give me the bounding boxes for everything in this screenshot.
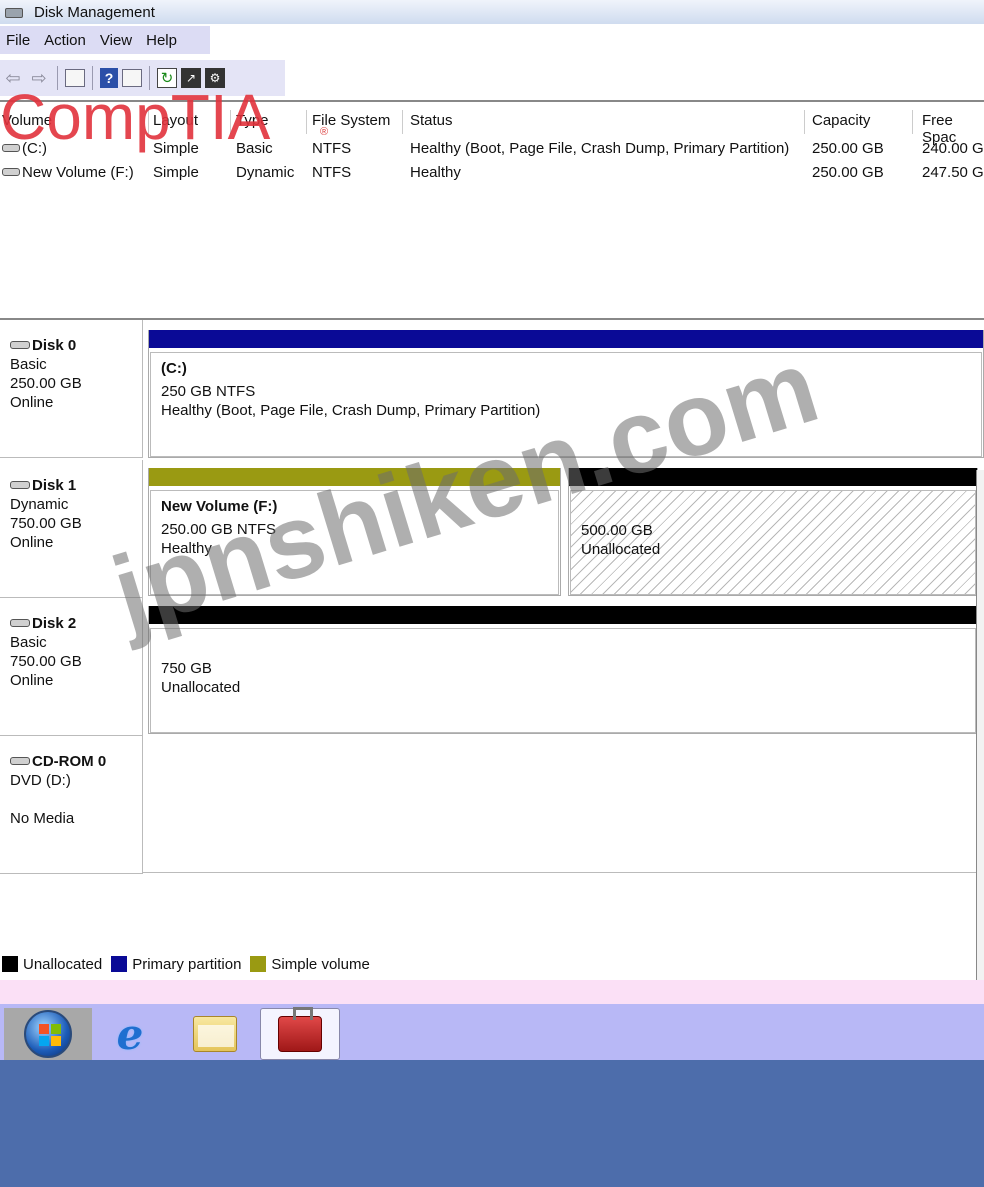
menu-action[interactable]: Action	[37, 32, 93, 49]
registered-mark: ®	[320, 126, 329, 138]
internet-explorer-icon: e	[116, 1009, 144, 1059]
start-button[interactable]	[4, 1008, 92, 1060]
partition-status: Unallocated	[161, 679, 241, 696]
partition-title: New Volume (F:)	[161, 498, 278, 515]
partition-title: (C:)	[161, 360, 187, 377]
disk-type: Basic	[10, 634, 47, 651]
disk-type: DVD (D:)	[10, 772, 71, 789]
legend-item-unallocated: Unallocated	[0, 956, 102, 973]
title-bar: Disk Management	[0, 0, 984, 24]
cdrom-icon	[10, 757, 30, 765]
disk-state: Online	[10, 534, 54, 551]
partition-status: Healthy	[161, 540, 212, 557]
partition-size: 500.00 GB	[581, 522, 653, 539]
disk-volume-icon	[2, 168, 20, 176]
status-bar	[0, 980, 984, 1004]
menu-help[interactable]: Help	[139, 32, 184, 49]
disk-type: Dynamic	[10, 496, 69, 513]
disk-size: 750.00 GB	[10, 653, 82, 670]
partition-body: 500.00 GB Unallocated	[570, 490, 976, 595]
disk-state: Online	[10, 672, 54, 689]
status-cell: Healthy	[410, 164, 461, 181]
disk-management-icon	[4, 4, 23, 20]
partition-status: Healthy (Boot, Page File, Crash Dump, Pr…	[161, 402, 541, 419]
col-status[interactable]: Status	[410, 112, 453, 129]
disk-type: Basic	[10, 356, 47, 373]
col-capacity[interactable]: Capacity	[812, 112, 870, 129]
disk-2-label[interactable]: Disk 2 Basic 750.00 GB Online	[0, 598, 143, 736]
column-divider[interactable]	[402, 110, 403, 134]
partition-size: 250 GB NTFS	[161, 383, 256, 400]
legend-swatch	[2, 956, 18, 972]
disk-name: Disk 1	[10, 476, 142, 495]
legend-swatch	[111, 956, 128, 972]
divider	[143, 872, 984, 873]
unallocated-bar	[569, 468, 977, 486]
taskbar-computer-management[interactable]	[260, 1007, 340, 1060]
disk-state: Online	[10, 394, 54, 411]
legend-item-primary: Primary partition	[109, 956, 241, 973]
disk-icon	[10, 341, 30, 349]
partition-unallocated-disk2[interactable]: 750 GB Unallocated	[148, 606, 978, 734]
disk-graphical-view: Disk 0 Basic 250.00 GB Online (C:) 250 G…	[0, 318, 984, 978]
disk-1-label[interactable]: Disk 1 Dynamic 750.00 GB Online	[0, 460, 143, 598]
menu-view[interactable]: View	[93, 32, 139, 49]
computer-management-icon	[278, 1007, 322, 1052]
partition-c[interactable]: (C:) 250 GB NTFS Healthy (Boot, Page Fil…	[148, 330, 984, 458]
window-title: Disk Management	[34, 3, 155, 21]
taskbar-internet-explorer[interactable]: e	[90, 1008, 170, 1060]
partition-body: (C:) 250 GB NTFS Healthy (Boot, Page Fil…	[150, 352, 982, 457]
volume-cell: New Volume (F:)	[2, 164, 134, 181]
partition-body: New Volume (F:) 250.00 GB NTFS Healthy	[150, 490, 559, 595]
column-divider[interactable]	[804, 110, 805, 134]
primary-partition-bar	[149, 330, 983, 348]
partition-new-volume-f[interactable]: New Volume (F:) 250.00 GB NTFS Healthy	[148, 468, 561, 596]
fs-cell: NTFS	[312, 140, 352, 157]
disk-name: CD-ROM 0	[10, 752, 142, 771]
menu-file[interactable]: File	[0, 32, 37, 49]
capacity-cell: 250.00 GB	[812, 164, 884, 181]
taskbar-explorer[interactable]	[175, 1008, 255, 1060]
unallocated-bar	[149, 606, 977, 624]
partition-unallocated-disk1[interactable]: 500.00 GB Unallocated	[568, 468, 978, 596]
capacity-cell: 250.00 GB	[812, 140, 884, 157]
partition-status: Unallocated	[581, 541, 661, 558]
column-divider[interactable]	[912, 110, 913, 134]
disk-name: Disk 0	[10, 336, 142, 355]
free-space-cell: 240.00 G	[922, 140, 984, 157]
scrollbar[interactable]	[976, 470, 984, 1015]
disk-size: 750.00 GB	[10, 515, 82, 532]
comptia-logo: CompTIA	[0, 81, 271, 153]
disk-name: Disk 2	[10, 614, 142, 633]
legend-swatch	[250, 956, 267, 972]
taskbar: e	[0, 1004, 984, 1060]
menu-bar: File Action View Help	[0, 26, 210, 54]
layout-cell: Simple	[153, 164, 199, 181]
volume-row[interactable]: New Volume (F:) Simple Dynamic NTFS Heal…	[0, 164, 984, 186]
disk-icon	[10, 481, 30, 489]
type-cell: Dynamic	[236, 164, 295, 181]
disk-0-label[interactable]: Disk 0 Basic 250.00 GB Online	[0, 320, 143, 458]
cdrom-0-label[interactable]: CD-ROM 0 DVD (D:) No Media	[0, 736, 143, 874]
partition-size: 250.00 GB NTFS	[161, 521, 277, 538]
desktop-background	[0, 1060, 984, 1187]
disk-size: 250.00 GB	[10, 375, 82, 392]
partition-size: 750 GB	[161, 660, 212, 677]
free-space-cell: 247.50 G	[922, 164, 984, 181]
disk-state: No Media	[10, 810, 75, 827]
start-orb-icon	[24, 1010, 72, 1058]
simple-volume-bar	[149, 468, 560, 486]
legend: Unallocated Primary partition Simple vol…	[0, 954, 377, 974]
explorer-folder-icon	[193, 1016, 237, 1052]
disk-icon	[10, 619, 30, 627]
partition-body: 750 GB Unallocated	[150, 628, 976, 733]
status-cell: Healthy (Boot, Page File, Crash Dump, Pr…	[410, 140, 790, 157]
legend-item-simple: Simple volume	[248, 956, 370, 973]
fs-cell: NTFS	[312, 164, 352, 181]
column-divider[interactable]	[306, 110, 307, 134]
